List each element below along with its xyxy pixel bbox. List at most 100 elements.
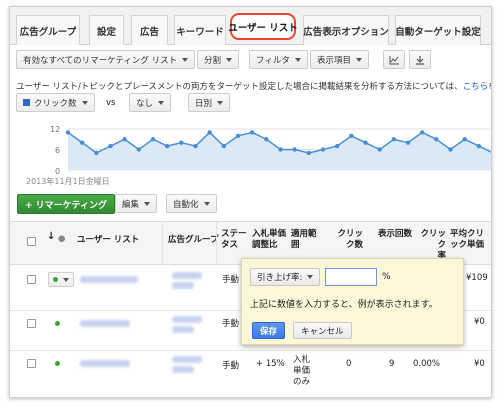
chart-point[interactable]: [292, 147, 297, 152]
chart-point[interactable]: [448, 147, 453, 152]
col-avg-cpc[interactable]: 平均クリ ック単価: [450, 229, 491, 251]
ad-group-name-redacted[interactable]: [172, 282, 194, 289]
ad-group-name-redacted[interactable]: [172, 356, 202, 363]
tab-user-lists[interactable]: ユーザー リスト: [228, 13, 298, 40]
row-checkbox[interactable]: [27, 275, 36, 284]
row-ctr: 0.00%: [413, 359, 441, 369]
adjustment-mode-dropdown[interactable]: 引き上げ率:: [250, 268, 321, 286]
y-tick-bottom: 0: [55, 167, 61, 176]
user-list-name-redacted[interactable]: [80, 360, 130, 367]
tab-auto-targets[interactable]: 自動ターゲット設定: [395, 15, 481, 45]
tab-ad-extensions[interactable]: 広告表示オプション: [303, 15, 389, 45]
row-checkbox[interactable]: [27, 359, 36, 368]
notice-tail: をご: [488, 82, 491, 92]
chart-point[interactable]: [462, 137, 467, 142]
chart-point[interactable]: [377, 147, 382, 152]
line-graph-icon: [389, 55, 399, 64]
tab-settings[interactable]: 設定: [89, 15, 124, 45]
filter-label: フィルタ: [256, 55, 290, 66]
col-clicks[interactable]: クリッ ク数: [329, 229, 363, 251]
adjustment-percent-input[interactable]: [325, 268, 377, 286]
chart-point[interactable]: [419, 130, 425, 135]
chevron-down-icon: [81, 100, 88, 105]
table-row: 手動 + 15% 入札 単価 のみ 0 9 0.00% ¥0: [10, 351, 491, 397]
row-status: 手動: [222, 275, 240, 285]
row-checkbox[interactable]: [27, 319, 36, 328]
ad-group-name-redacted[interactable]: [172, 366, 194, 373]
segment-dropdown[interactable]: 分割: [197, 50, 240, 69]
ad-group-name-redacted[interactable]: [172, 272, 202, 279]
chart-point[interactable]: [108, 143, 113, 149]
tab-ads[interactable]: 広告: [131, 15, 168, 45]
col-user-list[interactable]: ユーザー リスト: [77, 235, 139, 246]
notice-link[interactable]: こちら: [463, 82, 489, 92]
chevron-down-icon: [203, 201, 210, 206]
enabled-dot-icon: [53, 277, 58, 282]
col-impressions[interactable]: 表示回数: [366, 229, 412, 240]
chart-point[interactable]: [164, 143, 170, 149]
edit-dropdown[interactable]: 編集: [115, 194, 158, 213]
download-button[interactable]: [409, 50, 431, 69]
user-list-name-redacted[interactable]: [80, 320, 130, 327]
tab-keywords[interactable]: キーワード: [174, 15, 226, 45]
adjustment-mode-label: 引き上げ率:: [257, 273, 303, 283]
chart-point[interactable]: [179, 140, 184, 145]
view-filter-dropdown[interactable]: 有効なすべてのリマーケティング リスト: [16, 50, 196, 69]
chevron-down-icon: [356, 57, 363, 62]
chart-point[interactable]: [193, 143, 198, 149]
segment-label: 分割: [204, 55, 222, 66]
row-bid-adjustment[interactable]: + 15%: [256, 359, 285, 369]
cancel-button[interactable]: キャンセル: [293, 322, 352, 339]
chart-point[interactable]: [334, 143, 340, 149]
status-toggle-dropdown[interactable]: [48, 272, 74, 287]
notice-text: ユーザー リスト/トピックとプレースメントの両方をターゲット設定した場合に掲載結…: [16, 82, 463, 92]
col-status[interactable]: ステー タス: [221, 229, 247, 251]
primary-metric-dropdown[interactable]: クリック数: [16, 93, 95, 112]
chart-point[interactable]: [434, 137, 439, 142]
tab-ad-groups[interactable]: 広告グループ: [16, 15, 80, 45]
row-avg-cpc: ¥109: [466, 273, 488, 283]
chart-point[interactable]: [221, 143, 227, 149]
chart-point[interactable]: [79, 140, 85, 145]
automate-dropdown[interactable]: 自動化: [166, 194, 217, 213]
chart-point[interactable]: [476, 143, 482, 149]
chevron-down-icon: [63, 277, 69, 282]
chart-point[interactable]: [150, 137, 156, 142]
chart-point[interactable]: [65, 130, 71, 135]
col-applied-scope[interactable]: 適用範 囲: [291, 229, 325, 251]
user-list-name-redacted[interactable]: [80, 276, 138, 283]
col-ad-group[interactable]: 広告グループ: [168, 235, 219, 246]
chart-point[interactable]: [235, 133, 241, 139]
chart-point[interactable]: [391, 137, 397, 142]
chart-point[interactable]: [249, 130, 255, 135]
save-button[interactable]: 保存: [252, 322, 286, 339]
graph-toggle-button[interactable]: [383, 50, 405, 69]
tab-bar: 広告グループ 設定 広告 キーワード ユーザー リスト 広告表示オプション 自動…: [10, 7, 491, 45]
period-dropdown[interactable]: 日別: [188, 93, 231, 112]
select-all-checkbox[interactable]: [27, 237, 36, 246]
secondary-metric-dropdown[interactable]: なし: [129, 93, 172, 112]
ad-group-name-redacted[interactable]: [172, 326, 194, 333]
app-frame: 広告グループ 設定 広告 キーワード ユーザー リスト 広告表示オプション 自動…: [9, 6, 492, 398]
chart-point[interactable]: [122, 137, 127, 142]
ad-group-name-redacted[interactable]: [172, 316, 202, 323]
chart-point[interactable]: [94, 150, 99, 156]
chart-point[interactable]: [405, 140, 411, 145]
chevron-down-icon: [144, 201, 151, 206]
chart-point[interactable]: [264, 137, 269, 142]
sort-arrow-icon[interactable]: ↓: [47, 231, 55, 242]
chart-point[interactable]: [278, 147, 283, 152]
chart-point[interactable]: [320, 147, 326, 152]
filter-dropdown[interactable]: フィルタ: [249, 50, 308, 69]
chart-point[interactable]: [363, 140, 368, 145]
add-remarketing-button[interactable]: + リマーケティング: [17, 194, 115, 214]
row-avg-cpc: ¥0: [474, 359, 485, 369]
row-status: 手動: [222, 319, 240, 329]
columns-dropdown[interactable]: 表示項目: [310, 50, 370, 69]
chart-point[interactable]: [207, 130, 212, 135]
col-bid-adjustment[interactable]: 入札単価 調整比: [252, 229, 292, 251]
vs-label: vs: [106, 98, 116, 108]
chart-point[interactable]: [306, 150, 312, 156]
chart-point[interactable]: [136, 147, 142, 152]
chart-point[interactable]: [349, 133, 354, 139]
